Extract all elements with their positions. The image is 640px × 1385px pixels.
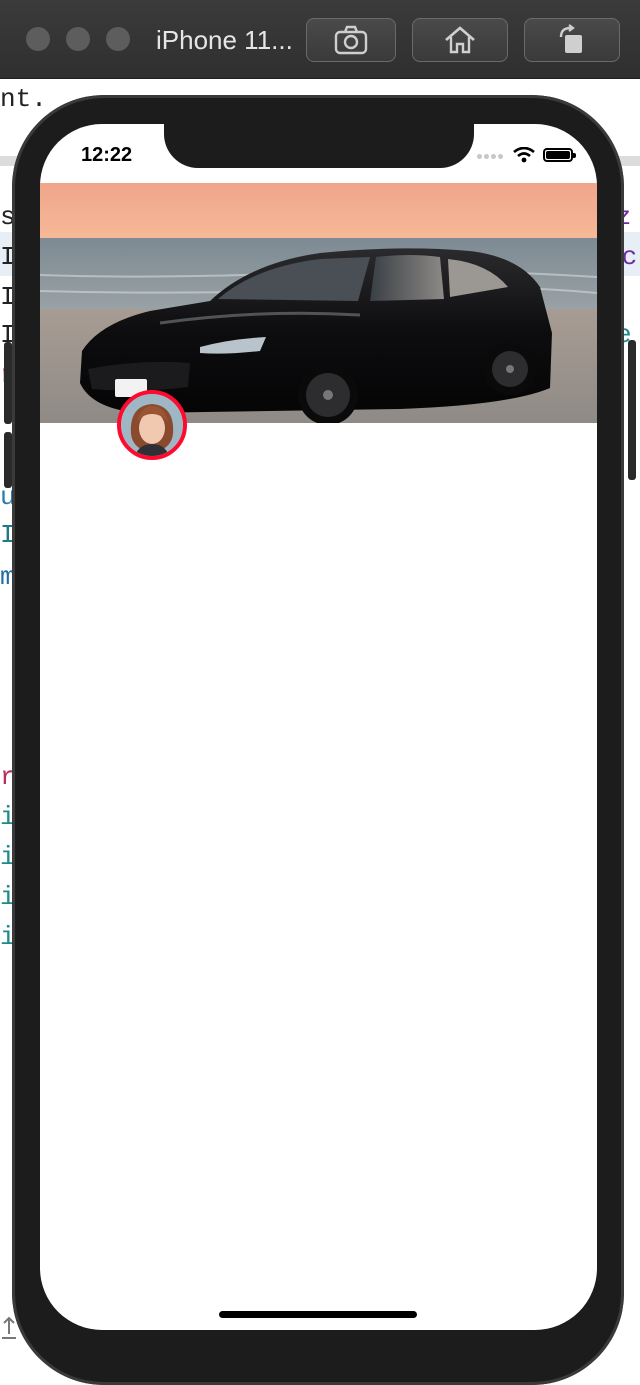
minimize-window-button[interactable] xyxy=(66,27,90,51)
cellular-signal-icon xyxy=(477,146,505,164)
camera-icon xyxy=(334,25,368,55)
car-photo xyxy=(40,183,597,423)
phone-screen: 12:22 xyxy=(40,124,597,1330)
phone-notch xyxy=(164,124,474,168)
status-bar-indicators xyxy=(477,146,576,164)
rotate-button[interactable] xyxy=(524,18,620,62)
screenshot-button[interactable] xyxy=(306,18,396,62)
volume-down-button xyxy=(4,432,12,488)
close-window-button[interactable] xyxy=(26,27,50,51)
volume-up-button xyxy=(4,342,12,424)
profile-avatar[interactable] xyxy=(117,390,187,460)
home-indicator[interactable] xyxy=(219,1311,417,1318)
home-button[interactable] xyxy=(412,18,508,62)
wifi-icon xyxy=(513,147,535,163)
battery-icon xyxy=(543,148,576,162)
ide-code-fragment: nt. xyxy=(0,84,47,114)
cover-image xyxy=(40,183,597,423)
home-icon xyxy=(445,26,475,54)
simulator-title: iPhone 11... xyxy=(156,25,293,55)
status-bar-time: 12:22 xyxy=(81,144,133,166)
avatar-photo xyxy=(121,394,183,456)
power-button xyxy=(628,340,636,480)
simulator-title-bar: iPhone 11... xyxy=(0,0,640,79)
rotate-icon xyxy=(559,24,582,53)
zoom-window-button[interactable] xyxy=(106,27,130,51)
